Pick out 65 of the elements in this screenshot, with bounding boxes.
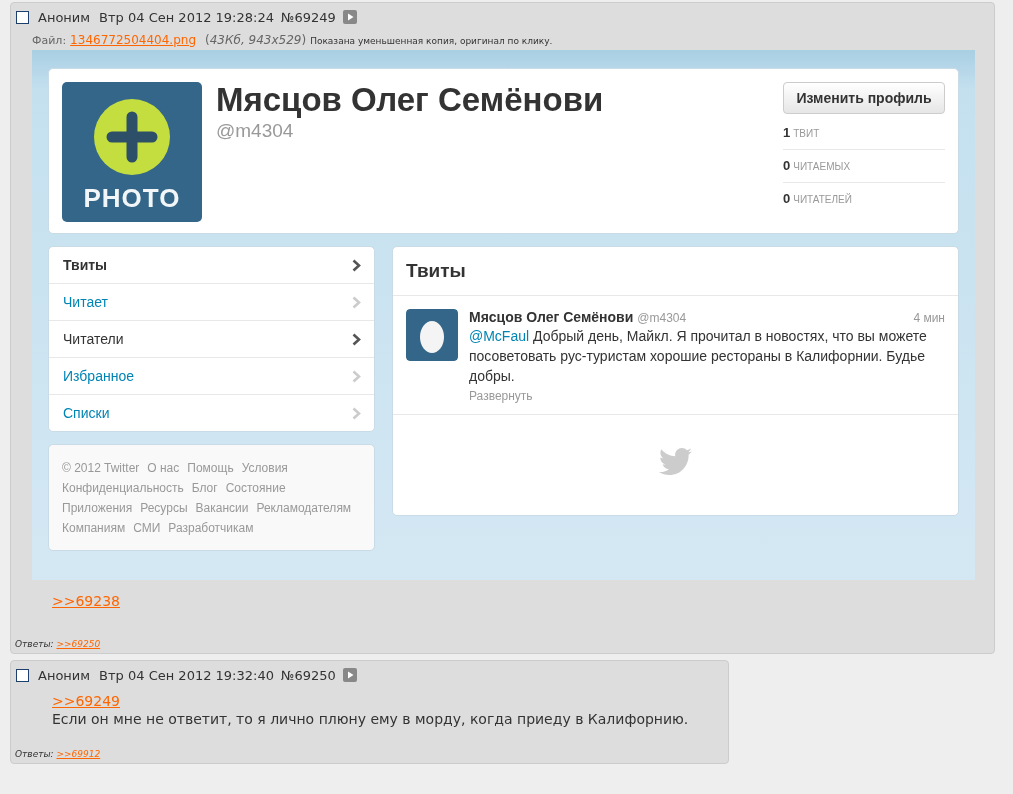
footer-link[interactable]: О нас [147, 458, 180, 478]
stat-count: 0 [783, 190, 791, 208]
chevron-icon [352, 332, 361, 346]
tweet-handle: @m4304 [637, 311, 687, 325]
bird-icon [658, 448, 693, 476]
footer-link[interactable]: Рекламодателям [256, 498, 352, 518]
stat-label[interactable]: ЧИТАТЕЛЕЙ [793, 184, 852, 216]
play-icon[interactable] [342, 668, 357, 682]
post-date: Втр 04 Сен 2012 19:28:24 [99, 9, 274, 25]
reply-link[interactable]: >>69249 [52, 693, 120, 709]
footer-link[interactable]: Компаниям [62, 518, 126, 538]
replies-label: Ответы: [15, 749, 54, 759]
replies-label: Ответы: [15, 639, 54, 649]
nav-item[interactable]: Читает [49, 284, 374, 321]
plus-icon [92, 97, 172, 177]
nav-item[interactable]: Твиты [49, 247, 374, 284]
footer-link[interactable]: Состояние [225, 478, 286, 498]
post-number[interactable]: №69250 [280, 667, 336, 683]
post-date: Втр 04 Сен 2012 19:32:40 [99, 667, 274, 683]
footer-link[interactable]: Помощь [187, 458, 234, 478]
footer-link[interactable]: Блог [191, 478, 218, 498]
file-note: Показана уменьшенная копия, оригинал по клику. [310, 36, 553, 46]
post-author: Аноним [38, 667, 91, 683]
reply-link[interactable]: >>69238 [52, 593, 120, 609]
chevron-icon [352, 406, 361, 420]
tweet-author[interactable]: Мясцов Олег Семёнови [469, 309, 634, 325]
footer-link[interactable]: Условия [241, 458, 288, 478]
footer-link[interactable]: Конфиденциальность [62, 478, 184, 498]
footer-link[interactable]: © 2012 Twitter [62, 458, 140, 478]
post-checkbox[interactable] [16, 668, 29, 682]
tweets-title: Твиты [393, 247, 958, 296]
tweet-text: @McFaul Добрый день, Майкл. Я прочитал в новостях, что вы можете посоветовать рус-туристам хорошие рестораны в Калифорнии. Будье добры. [469, 327, 928, 386]
post-checkbox[interactable] [16, 10, 29, 24]
file-link[interactable]: 1346772504404.png [70, 33, 196, 47]
reply-link[interactable]: >>69912 [56, 749, 101, 759]
stat-count: 1 [783, 124, 791, 142]
post-number[interactable]: №69249 [280, 9, 336, 25]
tweet-time: 4 мин [913, 311, 945, 325]
nav-item[interactable]: Читатели [49, 321, 374, 358]
footer-link[interactable]: Разработчикам [168, 518, 254, 538]
expand-link[interactable]: Развернуть [469, 389, 945, 403]
post-text: Если он мне не ответит, то я лично плюну ему в морду, когда приеду в Калифорнию. [51, 711, 690, 727]
nav-item[interactable]: Избранное [49, 358, 374, 395]
post-author: Аноним [38, 9, 91, 25]
mention-link[interactable]: @McFaul [469, 328, 530, 344]
avatar-label: PHOTO [83, 183, 181, 214]
chevron-icon [352, 369, 361, 383]
stat-label[interactable]: ЧИТАЕМЫХ [793, 151, 851, 183]
egg-avatar-icon [406, 309, 458, 361]
file-info: (43Кб, 943x529) [205, 33, 307, 47]
nav-item[interactable]: Списки [49, 395, 374, 431]
footer-link[interactable]: Приложения [62, 498, 133, 518]
footer-link[interactable]: Вакансии [195, 498, 249, 518]
footer-link[interactable]: СМИ [133, 518, 161, 538]
reply-link[interactable]: >>69250 [56, 639, 101, 649]
chevron-icon [352, 295, 361, 309]
chevron-icon [352, 258, 361, 272]
edit-profile-button[interactable]: Изменить профиль [783, 82, 945, 114]
stat-label[interactable]: ТВИТ [793, 118, 820, 150]
play-icon[interactable] [342, 10, 357, 24]
profile-name: Мясцов Олег Семёнови [216, 82, 605, 118]
profile-handle: @m4304 [216, 120, 295, 142]
file-label: Файл: [32, 34, 67, 47]
footer-link[interactable]: Ресурсы [140, 498, 188, 518]
stat-count: 0 [783, 157, 791, 175]
